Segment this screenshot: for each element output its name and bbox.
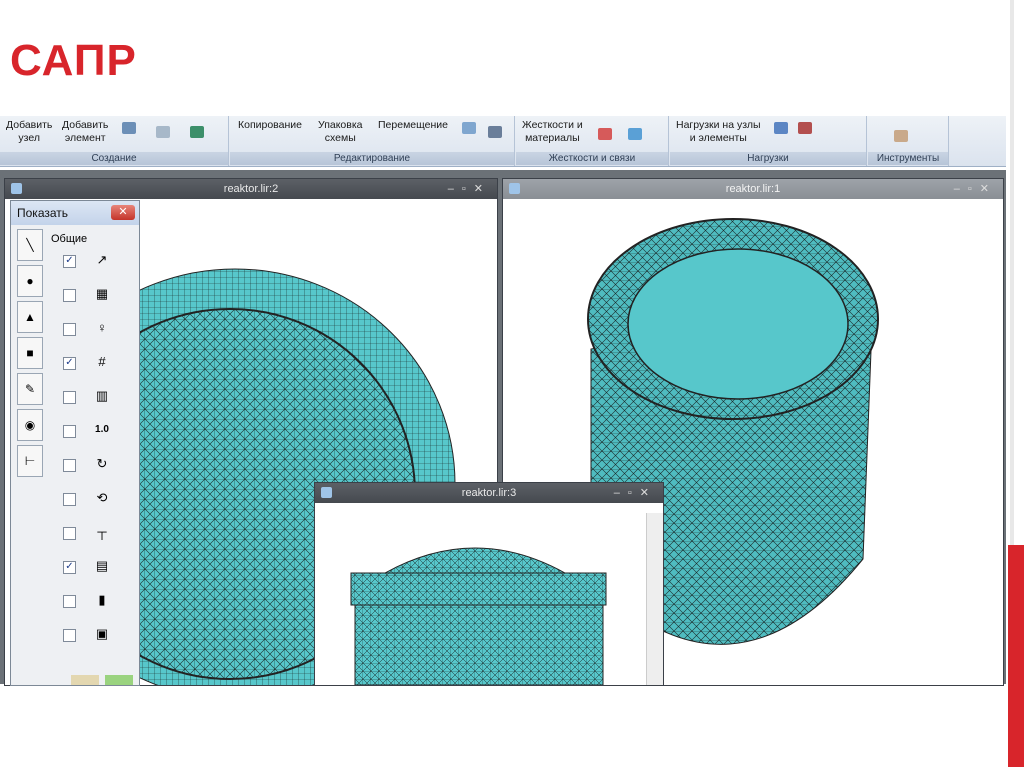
tab-tools[interactable]: ✎ <box>17 373 43 405</box>
close-button[interactable]: ✕ <box>111 205 135 220</box>
ribbon-group-create: Добавить узел Добавить элемент Создание <box>0 116 229 166</box>
group-label-tools: Инструменты <box>868 152 948 165</box>
mesh-view-side[interactable] <box>315 503 645 685</box>
show-checkbox[interactable] <box>63 391 76 404</box>
ribbon-group-stiffness: Жесткости и материалы Жесткости и связи <box>516 116 669 166</box>
box-icon: ▦ <box>95 286 109 301</box>
support-icon: ┬ <box>97 524 107 539</box>
add-element-button[interactable]: Добавить элемент <box>62 119 108 145</box>
section-label: Общие <box>51 233 88 245</box>
ribbon-group-tools: Инструменты <box>868 116 949 166</box>
cloud-tool-icon[interactable] <box>156 126 170 138</box>
red-frame-icon: ▣ <box>95 626 109 641</box>
window-controls[interactable]: –▫✕ <box>448 179 491 199</box>
show-checkbox[interactable] <box>63 527 76 540</box>
tab-colors[interactable]: ■ <box>17 337 43 369</box>
pack-scheme-button[interactable]: Упаковка схемы <box>318 119 363 145</box>
frame-grid-icon: ▥ <box>95 388 109 403</box>
window-icon <box>11 183 22 194</box>
vertical-scrollbar[interactable] <box>646 513 663 685</box>
viewport-window-3[interactable]: reaktor.lir:3 –▫✕ <box>314 482 664 686</box>
color-scale-icon: ▮ <box>98 592 106 607</box>
show-checkbox[interactable]: ✓ <box>63 357 76 370</box>
cs-tool-icon[interactable] <box>628 128 642 140</box>
add-node-button[interactable]: Добавить узел <box>6 119 52 145</box>
group-label-loads: Нагрузки <box>670 152 866 165</box>
show-checkbox[interactable] <box>63 425 76 438</box>
plate-icon: ▤ <box>95 558 109 573</box>
stiffness-materials-button[interactable]: Жесткости и материалы <box>522 119 583 145</box>
show-checkbox[interactable]: ✓ <box>63 561 76 574</box>
slide-title: САПР <box>10 36 137 85</box>
tab-misc[interactable]: ⊢ <box>17 445 43 477</box>
window-title-bar[interactable]: reaktor.lir:1 –▫✕ <box>503 179 1003 199</box>
move-button[interactable]: Перемещение <box>378 119 448 132</box>
panel-tabs: ╲ ● ▲ ■ ✎ ◉ ⊢ <box>17 229 43 481</box>
red-accent-bar <box>1008 545 1024 767</box>
window-title: reaktor.lir:3 <box>461 487 517 499</box>
node-icon: ♀ <box>97 320 107 335</box>
footer-button-1[interactable] <box>71 675 99 685</box>
load-tool-icon[interactable] <box>774 122 788 134</box>
ruler-tool-icon[interactable] <box>894 130 908 142</box>
tab-supports[interactable]: ▲ <box>17 301 43 333</box>
view-tool-icon[interactable] <box>488 126 502 138</box>
tab-lines[interactable]: ╲ <box>17 229 43 261</box>
grid-icon: # <box>98 354 106 369</box>
link-tool-icon[interactable] <box>598 128 612 140</box>
grid-tool-icon[interactable] <box>122 122 136 134</box>
line-tool-icon[interactable] <box>190 126 204 138</box>
loads-button[interactable]: Нагрузки на узлы и элементы <box>676 119 761 145</box>
show-panel: Показать ✕ ╲ ● ▲ ■ ✎ ◉ ⊢ Общие ✓ ↗ ▦ ♀ ✓ # ▥ 1.… <box>10 200 140 686</box>
group-label-create: Создание <box>0 152 228 165</box>
window-title-bar[interactable]: reaktor.lir:2 –▫✕ <box>5 179 497 199</box>
rotate-icon: ↻ <box>96 456 108 471</box>
axes-icon: ↗ <box>96 252 108 267</box>
ribbon-group-loads: Нагрузки на узлы и элементы Нагрузки <box>670 116 867 166</box>
show-checkbox[interactable] <box>63 289 76 302</box>
show-checkbox[interactable] <box>63 493 76 506</box>
select-tool-icon[interactable] <box>462 122 476 134</box>
window-controls[interactable]: –▫✕ <box>954 179 997 199</box>
show-checkbox[interactable] <box>63 595 76 608</box>
value-icon: 1.0 <box>95 424 109 435</box>
window-title: reaktor.lir:1 <box>725 183 781 195</box>
window-icon <box>509 183 520 194</box>
tab-nodes[interactable]: ● <box>17 265 43 297</box>
footer-button-2[interactable] <box>105 675 133 685</box>
window-title: reaktor.lir:2 <box>223 183 279 195</box>
ribbon-group-edit: Копирование Упаковка схемы Перемещение Р… <box>230 116 515 166</box>
show-checkbox[interactable] <box>63 459 76 472</box>
tab-eye[interactable]: ◉ <box>17 409 43 441</box>
rotate-axis-icon: ⟲ <box>96 490 108 505</box>
load-edit-icon[interactable] <box>798 122 812 134</box>
show-checkbox[interactable]: ✓ <box>63 255 76 268</box>
group-label-edit: Редактирование <box>230 152 514 165</box>
copy-button[interactable]: Копирование <box>238 119 302 132</box>
window-title-bar[interactable]: reaktor.lir:3 –▫✕ <box>315 483 663 503</box>
show-checkbox[interactable] <box>63 323 76 336</box>
window-controls[interactable]: –▫✕ <box>614 483 657 503</box>
window-icon <box>321 487 332 498</box>
show-checkbox[interactable] <box>63 629 76 642</box>
ribbon-toolbar: Добавить узел Добавить элемент Создание … <box>0 116 1006 167</box>
group-label-stiffness: Жесткости и связи <box>516 152 668 165</box>
